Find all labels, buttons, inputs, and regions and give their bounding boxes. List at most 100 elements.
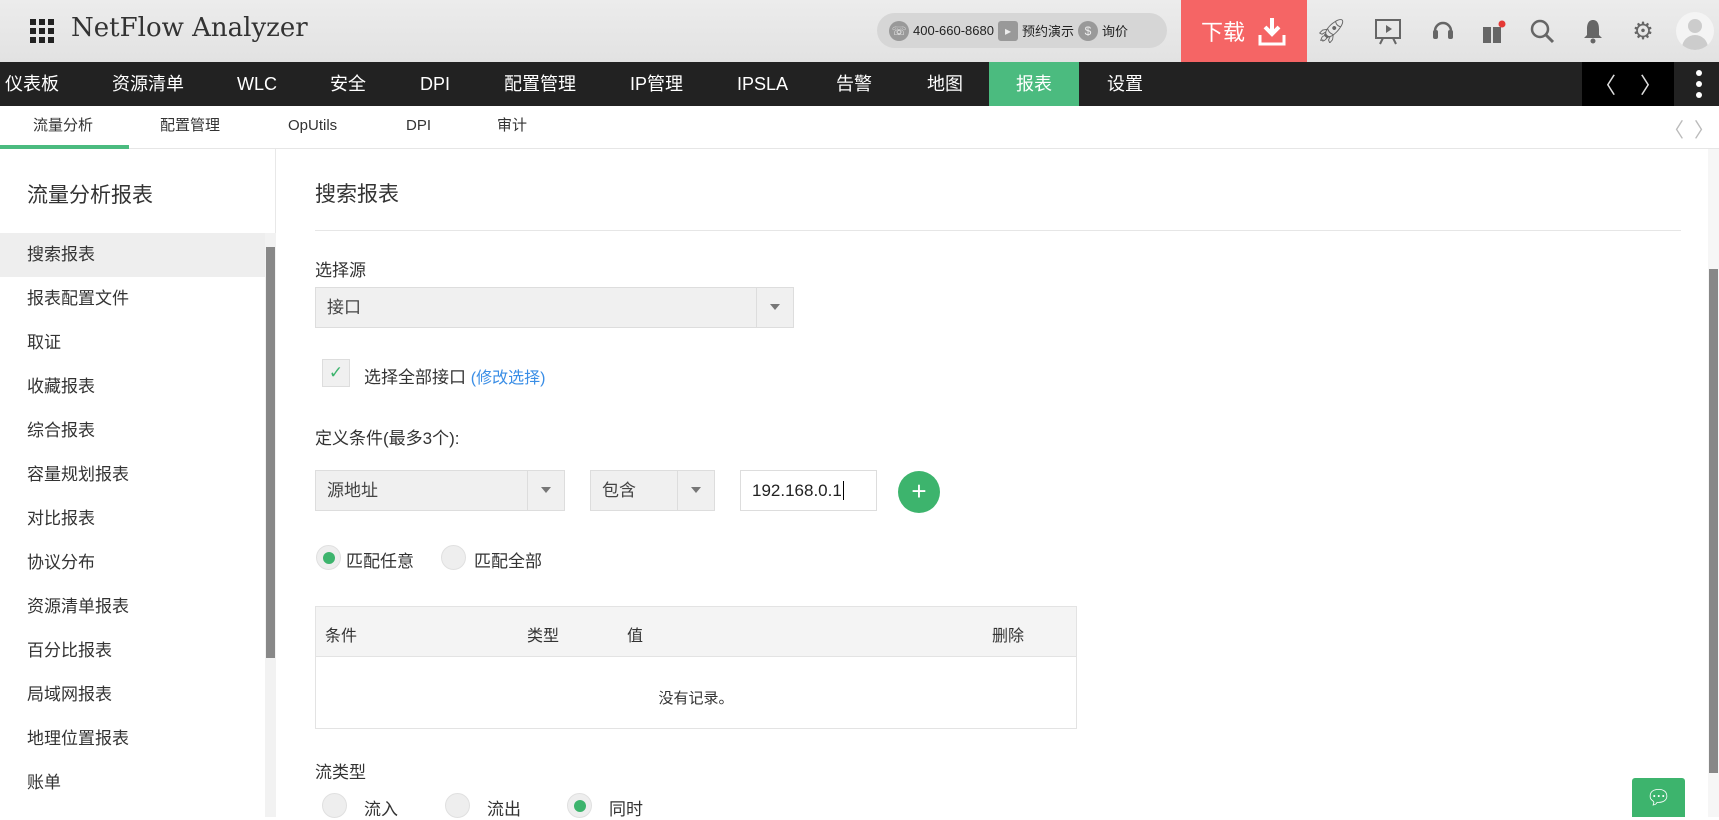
price-link[interactable]: 询价 bbox=[1102, 21, 1128, 40]
sidebar-item[interactable]: 对比报表 bbox=[0, 497, 265, 541]
flow-both-radio[interactable] bbox=[567, 793, 592, 818]
nav-ip[interactable]: IP管理 bbox=[630, 62, 683, 106]
download-label: 下载 bbox=[1200, 20, 1245, 45]
sub-nav: 流量分析 配置管理 OpUtils DPI 审计 〈 〉 bbox=[0, 106, 1719, 149]
dollar-icon: $ bbox=[1077, 20, 1098, 41]
select-all-checkbox[interactable]: ✓ bbox=[322, 359, 350, 387]
empty-message: 没有记录。 bbox=[658, 690, 734, 707]
app-title: NetFlow Analyzer bbox=[71, 13, 308, 43]
sidebar-item-search-report[interactable]: 搜索报表 bbox=[0, 233, 265, 277]
phone-icon: ☏ bbox=[889, 20, 909, 41]
presentation-icon[interactable] bbox=[1373, 16, 1403, 46]
search-icon[interactable] bbox=[1527, 16, 1557, 46]
chevron-down-icon bbox=[691, 487, 701, 493]
sidebar-item[interactable]: 综合报表 bbox=[0, 409, 265, 453]
flow-type-label: 流类型 bbox=[315, 763, 366, 782]
sidebar-item[interactable]: 容量规划报表 bbox=[0, 453, 265, 497]
source-select[interactable]: 接口 bbox=[315, 287, 794, 328]
subtab-audit[interactable]: 审计 bbox=[497, 106, 527, 146]
select-all-text: 选择全部接口 bbox=[364, 368, 466, 387]
sidebar-item[interactable]: 账单 bbox=[0, 761, 265, 805]
select-all-label: 选择全部接口 (修改选择) bbox=[364, 363, 545, 388]
chevron-down-icon bbox=[541, 487, 551, 493]
nav-alarms[interactable]: 告警 bbox=[836, 62, 872, 106]
apps-grid-icon[interactable] bbox=[30, 19, 54, 43]
sidebar-item[interactable]: 取证 bbox=[0, 321, 265, 365]
main-nav: 仪表板 资源清单 WLC 安全 DPI 配置管理 IP管理 IPSLA 告警 地… bbox=[0, 62, 1719, 106]
flow-out-label: 流出 bbox=[487, 800, 521, 819]
sidebar-item[interactable]: 报表配置文件 bbox=[0, 277, 265, 321]
top-header: NetFlow Analyzer ☏ 400-660-8680 ▸ 预约演示 $… bbox=[0, 0, 1719, 62]
chevron-down-icon bbox=[770, 304, 780, 310]
headset-icon[interactable] bbox=[1428, 16, 1458, 46]
download-button[interactable]: 下载 bbox=[1181, 0, 1307, 62]
sidebar-item[interactable]: 地理位置报表 bbox=[0, 717, 265, 761]
gift-icon[interactable] bbox=[1478, 16, 1508, 46]
nav-reports[interactable]: 报表 bbox=[989, 62, 1079, 106]
sidebar-scrollbar-thumb[interactable] bbox=[266, 247, 275, 658]
rocket-icon[interactable]: 🚀︎ bbox=[1316, 16, 1346, 46]
criteria-table: 条件 类型 值 删除 没有记录。 bbox=[315, 606, 1077, 729]
source-label: 选择源 bbox=[315, 261, 366, 280]
chevron-right-icon[interactable]: 〉 bbox=[1640, 68, 1662, 100]
add-criteria-button[interactable]: + bbox=[898, 471, 940, 513]
chat-button[interactable]: 💬︎ bbox=[1632, 778, 1685, 817]
nav-security[interactable]: 安全 bbox=[330, 62, 366, 106]
user-avatar[interactable] bbox=[1676, 12, 1714, 50]
subtab-flow-analysis[interactable]: 流量分析 bbox=[33, 106, 93, 146]
subtab-oputils[interactable]: OpUtils bbox=[288, 106, 337, 146]
sidebar-item[interactable]: 收藏报表 bbox=[0, 365, 265, 409]
download-icon bbox=[1258, 18, 1286, 46]
table-header: 条件 类型 值 删除 bbox=[316, 607, 1076, 657]
nav-settings[interactable]: 设置 bbox=[1107, 62, 1143, 106]
demo-icon: ▸ bbox=[997, 20, 1018, 41]
nav-ipsla[interactable]: IPSLA bbox=[737, 62, 788, 106]
title-divider bbox=[315, 230, 1681, 231]
flow-both-label: 同时 bbox=[609, 800, 643, 819]
flow-out-radio[interactable] bbox=[445, 793, 470, 818]
criteria-operator-select[interactable]: 包含 bbox=[590, 470, 715, 511]
criteria-value-input[interactable]: 192.168.0.1 bbox=[740, 470, 877, 511]
modify-selection-link[interactable]: (修改选择) bbox=[471, 370, 546, 387]
flow-in-label: 流入 bbox=[364, 800, 398, 819]
bell-icon[interactable] bbox=[1578, 16, 1608, 46]
subtab-config[interactable]: 配置管理 bbox=[160, 106, 220, 146]
match-any-radio[interactable] bbox=[316, 545, 341, 570]
match-all-radio[interactable] bbox=[441, 545, 466, 570]
nav-config[interactable]: 配置管理 bbox=[504, 62, 576, 106]
sidebar: 流量分析报表 搜索报表 报表配置文件 取证 收藏报表 综合报表 容量规划报表 对… bbox=[0, 149, 276, 817]
page-scrollbar-thumb[interactable] bbox=[1709, 269, 1718, 773]
nav-scroll-arrows: 〈 〉 bbox=[1582, 62, 1674, 106]
criteria-value-text: 192.168.0.1 bbox=[752, 481, 842, 500]
nav-wlc[interactable]: WLC bbox=[237, 62, 277, 106]
more-menu-icon[interactable] bbox=[1696, 70, 1704, 98]
nav-inventory[interactable]: 资源清单 bbox=[112, 62, 184, 106]
criteria-field-select[interactable]: 源地址 bbox=[315, 470, 565, 511]
flow-in-radio[interactable] bbox=[322, 793, 347, 818]
plus-icon: + bbox=[911, 476, 927, 506]
col-delete: 删除 bbox=[992, 628, 1025, 645]
col-condition: 条件 bbox=[325, 628, 358, 645]
sidebar-item[interactable]: 局域网报表 bbox=[0, 673, 265, 717]
chevron-left-icon[interactable]: 〈 bbox=[1594, 68, 1616, 100]
criteria-label: 定义条件(最多3个): bbox=[315, 429, 460, 448]
chevron-left-icon[interactable]: 〈 bbox=[1664, 114, 1684, 143]
check-icon: ✓ bbox=[328, 363, 344, 382]
match-all-label: 匹配全部 bbox=[474, 552, 542, 571]
criteria-operator-value: 包含 bbox=[602, 481, 636, 500]
source-value: 接口 bbox=[327, 298, 361, 317]
col-type: 类型 bbox=[527, 628, 560, 645]
nav-dashboard[interactable]: 仪表板 bbox=[5, 62, 59, 106]
nav-map[interactable]: 地图 bbox=[927, 62, 963, 106]
sidebar-item[interactable]: 百分比报表 bbox=[0, 629, 265, 673]
subtab-dpi[interactable]: DPI bbox=[406, 106, 431, 146]
chevron-right-icon[interactable]: 〉 bbox=[1694, 114, 1714, 143]
sidebar-item[interactable]: 协议分布 bbox=[0, 541, 265, 585]
phone-number[interactable]: 400-660-8680 bbox=[913, 23, 994, 38]
contact-pill: ☏ 400-660-8680 ▸ 预约演示 $ 询价 bbox=[877, 13, 1167, 48]
page-title: 搜索报表 bbox=[315, 183, 399, 206]
demo-link[interactable]: 预约演示 bbox=[1022, 21, 1074, 40]
gear-icon[interactable]: ⚙ bbox=[1628, 16, 1658, 46]
sidebar-item[interactable]: 资源清单报表 bbox=[0, 585, 265, 629]
nav-dpi[interactable]: DPI bbox=[420, 62, 450, 106]
